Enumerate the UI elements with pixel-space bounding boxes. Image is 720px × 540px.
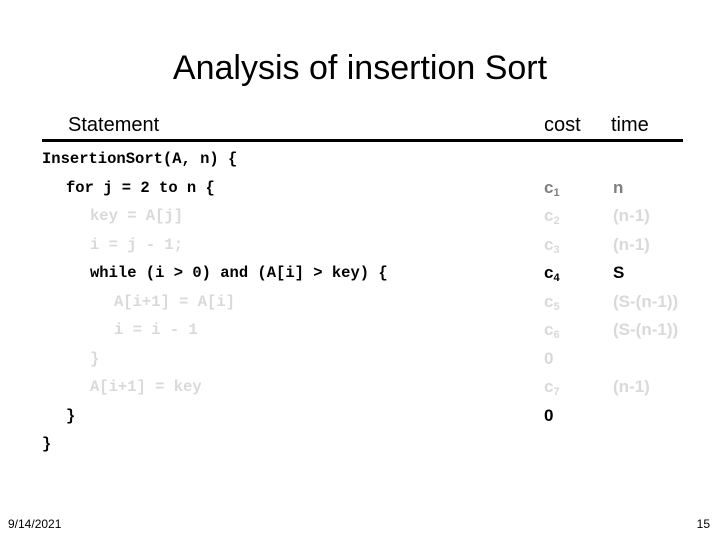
time-cell: n [613,177,623,199]
cost-cell: c4 [544,262,560,286]
time-cell: (n-1) [613,205,650,227]
cost-cell: 0 [544,405,553,427]
table-row: InsertionSort(A, n) { [0,148,720,177]
table-row: for j = 2 to n { c1 n [0,177,720,206]
table-row: i = j - 1; c3 (n-1) [0,234,720,263]
table-row: }0 [0,405,720,434]
cost-subscript: 2 [553,215,559,227]
statement-cell: for j = 2 to n { [66,177,215,199]
statement-cell: } [42,433,51,455]
table-row: } [0,433,720,462]
statement-cell: i = j - 1; [90,234,183,256]
table-body: InsertionSort(A, n) { for j = 2 to n { c1 n… [0,148,720,462]
time-cell: (n-1) [613,376,650,398]
cost-cell: c2 [544,205,560,229]
table-row: A[i+1] = A[i] c5 (S-(n-1)) [0,291,720,320]
cost-subscript: 3 [553,244,559,256]
column-header-cost: cost [544,113,581,137]
cost-value: 0 [544,349,553,368]
time-cell: (S-(n-1)) [613,319,678,341]
column-header-time: time [611,113,649,137]
cost-value: 0 [544,406,553,425]
statement-cell: } [90,348,99,370]
footer-page-number: 15 [697,516,710,532]
cost-cell: 0 [544,348,553,370]
table-row: A[i+1] = key c7 (n-1) [0,376,720,405]
time-cell: (n-1) [613,234,650,256]
cost-subscript: 4 [553,272,559,284]
statement-cell: A[i+1] = key [90,376,202,398]
table-row: key = A[j] c2 (n-1) [0,205,720,234]
statement-cell: key = A[j] [90,205,183,227]
table-header: Statement cost time [42,113,683,142]
page-title: Analysis of insertion Sort [0,48,720,88]
cost-cell: c1 [544,177,560,201]
table-row: }0 [0,348,720,377]
statement-cell: A[i+1] = A[i] [114,291,235,313]
statement-cell: InsertionSort(A, n) { [42,148,237,170]
footer-date: 9/14/2021 [8,516,61,532]
table-row: while (i > 0) and (A[i] > key) { c4 S [0,262,720,291]
cost-cell: c5 [544,291,560,315]
slide-canvas: { "slide": { "title": "Analysis of inser… [0,0,720,540]
cost-subscript: 1 [553,187,559,199]
cost-cell: c6 [544,319,560,343]
statement-cell: i = i - 1 [114,319,198,341]
cost-cell: c3 [544,234,560,258]
statement-cell: while (i > 0) and (A[i] > key) { [90,262,388,284]
column-header-statement: Statement [68,113,159,137]
cost-subscript: 6 [553,329,559,341]
cost-subscript: 5 [553,301,559,313]
time-cell: S [613,262,624,284]
statement-cell: } [66,405,75,427]
cost-subscript: 7 [553,386,559,398]
cost-cell: c7 [544,376,560,400]
table-row: i = i - 1 c6 (S-(n-1)) [0,319,720,348]
time-cell: (S-(n-1)) [613,291,678,313]
